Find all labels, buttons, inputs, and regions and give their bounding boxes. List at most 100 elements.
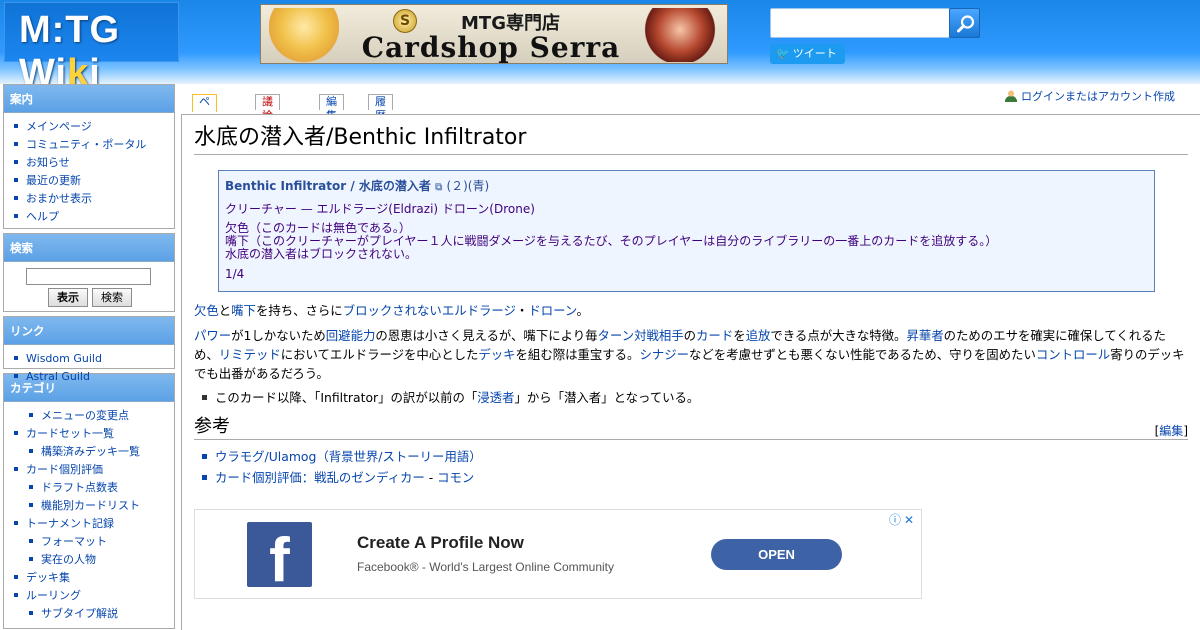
twitter-bird-icon: 🐦: [776, 47, 790, 60]
link-deck[interactable]: デッキ: [478, 347, 515, 362]
sidebar-item-menu-changes[interactable]: メニューの変更点: [12, 407, 170, 425]
bullet: [14, 593, 18, 597]
section-edit: [編集]: [1155, 420, 1188, 442]
sidebar-item-label: お知らせ: [26, 156, 70, 169]
sidebar-item-help[interactable]: ヘルプ: [12, 208, 170, 226]
sidebar-item-people[interactable]: 実在の人物: [12, 551, 170, 569]
logo-text: M:TG Wiki: [19, 9, 121, 94]
link-devoid[interactable]: 欠色: [194, 303, 219, 318]
card-rules-text: 欠色（このカードは無色である。） 嘴下（このクリーチャーがプレイヤー１人に戦闘ダ…: [225, 222, 1148, 261]
text: の恩恵は小さく見えるが、嘴下により毎: [375, 328, 598, 343]
sidebar-item-label: メインページ: [26, 120, 92, 133]
user-icon: [1005, 90, 1017, 102]
sidebar-item-label: メニューの変更点: [41, 409, 129, 422]
bullet: [29, 557, 33, 561]
section-edit-link[interactable]: 編集: [1159, 424, 1183, 438]
external-link-icon: ⧉: [435, 182, 443, 193]
sidebar-item-formats[interactable]: フォーマット: [12, 533, 170, 551]
text: できる点が大きな特徴。: [770, 328, 907, 343]
text: を: [733, 328, 746, 343]
card-name-link[interactable]: Benthic Infiltrator / 水底の潜入者: [225, 179, 431, 193]
sidebar-item-recent-changes[interactable]: 最近の更新: [12, 172, 170, 190]
sidebar-item-draft-scores[interactable]: ドラフト点数表: [12, 479, 170, 497]
sidebar-search-title: 検索: [4, 234, 174, 262]
header-search-button[interactable]: [949, 8, 980, 38]
login-link[interactable]: ログインまたはアカウント作成: [1005, 88, 1175, 104]
link-turn[interactable]: ターン: [598, 328, 635, 343]
sidebar-item-rulings[interactable]: ルーリング: [12, 587, 170, 605]
sidebar-item-function-cards[interactable]: 機能別カードリスト: [12, 497, 170, 515]
sidebar-item-label: 構築済みデッキ一覧: [41, 445, 140, 458]
bracket: ]: [1183, 424, 1188, 438]
sidebar-item-card-sets[interactable]: カードセット一覧: [12, 425, 170, 443]
tweet-button[interactable]: 🐦 ツイート: [770, 44, 845, 64]
bullet: [14, 178, 18, 182]
banner-character-right: [643, 8, 717, 62]
bullet: [29, 503, 33, 507]
sidebar-item-label: 実在の人物: [41, 553, 96, 566]
tab-edit[interactable]: 編集: [319, 94, 344, 122]
sidebar-item-random[interactable]: おまかせ表示: [12, 190, 170, 208]
sidebar-item-subtypes[interactable]: サブタイプ解説: [12, 605, 170, 623]
sidebar-item-card-reviews[interactable]: カード個別評価: [12, 461, 170, 479]
link-processor[interactable]: 昇華者: [906, 328, 943, 343]
text: の: [683, 328, 697, 343]
sidebar: 案内 メインページ コミュニティ・ポータル お知らせ 最近の更新 おまかせ表示 …: [3, 84, 175, 630]
text: このカード以降、「Infiltrator」の訳が以前の「: [215, 390, 478, 405]
sidebar-item-label: コミュニティ・ポータル: [26, 138, 147, 151]
link-infiltrator-old[interactable]: 浸透者: [477, 390, 514, 405]
page-title: 水底の潜入者/Benthic Infiltrator: [194, 123, 1188, 155]
go-button[interactable]: 表示: [48, 288, 88, 307]
link-limited[interactable]: リミテッド: [219, 347, 281, 362]
link-common[interactable]: コモン: [437, 470, 474, 485]
link-ulamog[interactable]: ウラモグ/Ulamog: [215, 449, 316, 464]
bullet: [29, 413, 33, 417]
bullet: [14, 160, 18, 164]
bullet: [14, 356, 18, 360]
facebook-ad[interactable]: f Create A Profile Now Facebook® - World…: [194, 509, 922, 599]
sidebar-nav-title: 案内: [4, 85, 174, 113]
review-paragraph: パワーが1しかないため回避能力の恩恵は小さく見えるが、嘴下により毎ターン対戦相手…: [194, 326, 1188, 383]
sidebar-item-precon-decks[interactable]: 構築済みデッキ一覧: [12, 443, 170, 461]
link-eldrazi[interactable]: エルドラージ: [442, 303, 516, 318]
sidebar-item-community-portal[interactable]: コミュニティ・ポータル: [12, 136, 170, 154]
ad-choices-icon[interactable]: ⓘ✕: [889, 511, 917, 528]
tab-history[interactable]: 履歴: [368, 94, 393, 122]
search-button[interactable]: 検索: [92, 288, 132, 307]
ad-banner-cardshop[interactable]: S MTG専門店 Cardshop Serra: [260, 4, 728, 64]
list-item: ウラモグ/Ulamog（背景世界/ストーリー用語）: [202, 446, 1188, 467]
link-unblockable[interactable]: ブロックされない: [343, 303, 442, 318]
link-ingest[interactable]: 嘴下: [231, 303, 256, 318]
references-list: ウラモグ/Ulamog（背景世界/ストーリー用語） カード個別評価：戦乱のゼンデ…: [202, 446, 1188, 488]
link-opponent[interactable]: 対戦相手: [634, 328, 684, 343]
tab-talk[interactable]: 議論: [255, 94, 280, 122]
link-bfz-reviews[interactable]: カード個別評価：戦乱のゼンディカー: [215, 470, 425, 485]
sidebar-item-news[interactable]: お知らせ: [12, 154, 170, 172]
text: 」から「潜入者」となっている。: [514, 390, 700, 405]
header-search-input[interactable]: [770, 8, 950, 38]
bullet: [202, 454, 207, 459]
bullet: [14, 467, 18, 471]
site-logo[interactable]: M:TG Wiki: [4, 2, 179, 94]
summary-paragraph: 欠色と嘴下を持ち、さらにブロックされないエルドラージ・ドローン。: [194, 301, 1188, 320]
link-drone[interactable]: ドローン: [528, 303, 576, 318]
bullet: [14, 214, 18, 218]
sidebar-item-wisdom-guild[interactable]: Wisdom Guild: [12, 350, 170, 368]
sidebar-item-decks[interactable]: デッキ集: [12, 569, 170, 587]
link-power[interactable]: パワー: [194, 328, 231, 343]
sidebar-item-main-page[interactable]: メインページ: [12, 118, 170, 136]
text: においてエルドラージを中心とした: [280, 347, 479, 362]
link-control[interactable]: コントロール: [1036, 347, 1110, 362]
link-synergy[interactable]: シナジー: [639, 347, 689, 362]
tab-page[interactable]: ページ: [192, 94, 217, 136]
ad-open-button[interactable]: OPEN: [711, 539, 842, 570]
link-evasion[interactable]: 回避能力: [326, 328, 376, 343]
link-exile[interactable]: 追放: [746, 328, 771, 343]
sidebar-search-input[interactable]: [26, 268, 151, 285]
card-mana-cost: (２)(青): [446, 179, 490, 193]
banner-title: Cardshop Serra: [361, 31, 621, 64]
sidebar-item-label: サブタイプ解説: [41, 607, 118, 620]
link-card[interactable]: カード: [696, 328, 733, 343]
link-background-story[interactable]: （背景世界/ストーリー用語）: [316, 449, 481, 464]
sidebar-item-tournaments[interactable]: トーナメント記録: [12, 515, 170, 533]
